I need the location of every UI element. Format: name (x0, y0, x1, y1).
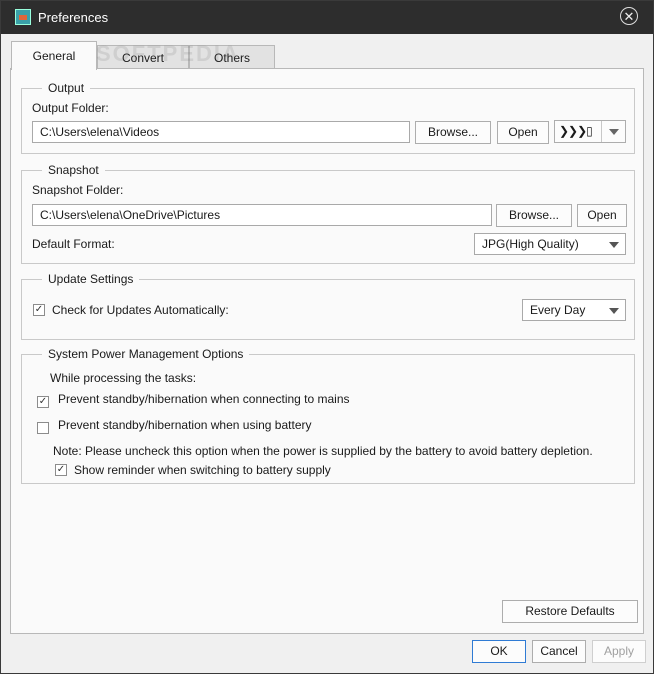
preferences-window: Preferences ✕ SOFTPEDIA General Convert … (0, 0, 654, 674)
update-settings-group: Update Settings ✓ Check for Updates Auto… (21, 272, 635, 340)
window-title: Preferences (38, 10, 109, 25)
close-icon[interactable]: ✕ (620, 7, 638, 25)
update-group-title: Update Settings (42, 272, 140, 286)
update-frequency-select[interactable]: Every Day (522, 299, 626, 321)
snapshot-browse-button[interactable]: Browse... (496, 204, 572, 227)
output-folder-input[interactable]: C:\Users\elena\Videos (32, 121, 410, 143)
battery-note: Note: Please uncheck this option when th… (53, 444, 593, 458)
tab-convert[interactable]: Convert (97, 45, 189, 69)
output-group-title: Output (42, 81, 91, 95)
chevron-down-icon (609, 308, 619, 314)
snapshot-open-button[interactable]: Open (577, 204, 627, 227)
chevron-down-icon (609, 242, 619, 248)
update-checkbox[interactable]: ✓ (33, 304, 45, 316)
prevent-mains-label: Prevent standby/hibernation when connect… (58, 392, 350, 406)
device-icon: ❯❯❯▯ (559, 124, 593, 138)
reminder-label: Show reminder when switching to battery … (74, 463, 331, 477)
power-management-group: System Power Management Options While pr… (21, 347, 635, 484)
restore-defaults-button[interactable]: Restore Defaults (502, 600, 638, 623)
output-device-dropdown[interactable]: ❯❯❯▯ (554, 120, 626, 143)
power-group-title: System Power Management Options (42, 347, 250, 361)
prevent-battery-checkbox[interactable] (37, 422, 49, 434)
device-dropdown-separator (601, 121, 602, 142)
power-intro-label: While processing the tasks: (50, 371, 197, 385)
default-format-label: Default Format: (32, 237, 115, 251)
app-icon (15, 9, 31, 25)
title-bar: Preferences ✕ (1, 1, 653, 34)
update-check-label: Check for Updates Automatically: (52, 303, 229, 317)
prevent-battery-label: Prevent standby/hibernation when using b… (58, 418, 312, 432)
tab-others[interactable]: Others (189, 45, 275, 69)
general-panel: Output Output Folder: C:\Users\elena\Vid… (10, 68, 644, 634)
reminder-checkbox[interactable]: ✓ (55, 464, 67, 476)
output-browse-button[interactable]: Browse... (415, 121, 491, 144)
output-folder-label: Output Folder: (32, 101, 109, 115)
apply-button: Apply (592, 640, 646, 663)
snapshot-group: Snapshot Snapshot Folder: C:\Users\elena… (21, 163, 635, 264)
snapshot-group-title: Snapshot (42, 163, 105, 177)
ok-button[interactable]: OK (472, 640, 526, 663)
snapshot-folder-input[interactable]: C:\Users\elena\OneDrive\Pictures (32, 204, 492, 226)
output-open-button[interactable]: Open (497, 121, 549, 144)
default-format-value: JPG(High Quality) (482, 237, 579, 251)
chevron-down-icon (609, 129, 619, 135)
default-format-select[interactable]: JPG(High Quality) (474, 233, 626, 255)
update-frequency-value: Every Day (530, 303, 586, 317)
cancel-button[interactable]: Cancel (532, 640, 586, 663)
prevent-mains-checkbox[interactable]: ✓ (37, 396, 49, 408)
tab-general[interactable]: General (11, 41, 97, 70)
output-group: Output Output Folder: C:\Users\elena\Vid… (21, 81, 635, 154)
snapshot-folder-label: Snapshot Folder: (32, 183, 124, 197)
